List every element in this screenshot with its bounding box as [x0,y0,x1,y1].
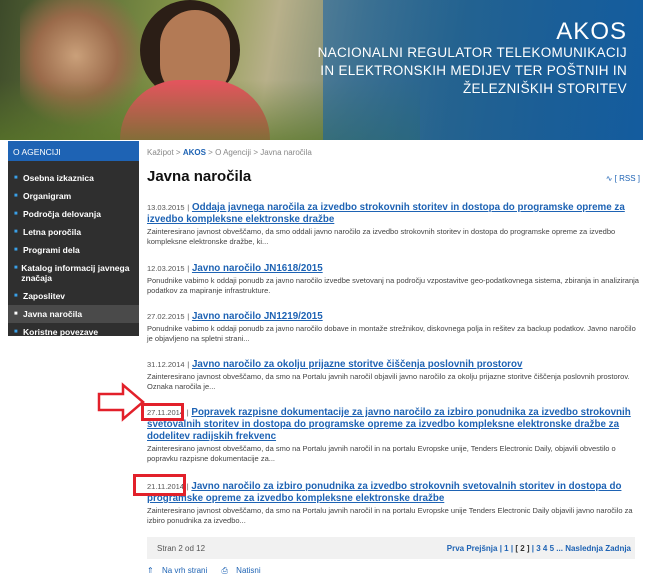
item-excerpt: Zainteresirano javnost obveščamo, da smo… [147,506,633,525]
item-date: 31.12.2014 [147,360,185,369]
bullet-icon: ■ [14,329,18,335]
list-item: 31.12.2014 | Javno naročilo za okolju pr… [147,359,642,392]
bullet-icon: ■ [14,247,18,253]
footer-links: ⇑ Na vrh strani ⎙ Natisni [147,566,273,576]
item-title-link[interactable]: Javno naročilo za izbiro ponudnika za iz… [147,481,621,504]
sidebar-item-podrocja-delovanja[interactable]: ■ Področja delovanja [8,205,139,223]
item-date: 12.03.2015 [147,264,185,273]
item-title-link[interactable]: Javno naročilo JN1219/2015 [192,311,323,322]
sidebar-item-organigram[interactable]: ■ Organigram [8,187,139,205]
sidebar-item-javna-narocila[interactable]: ■ Javna naročila [8,305,139,323]
bullet-icon: ■ [14,293,18,299]
sidebar-header[interactable]: O AGENCIJI [8,141,139,161]
sidebar-item-label: Katalog informacij javnega značaja [21,263,130,283]
header-banner: AKOS NACIONALNI REGULATOR TELEKOMUNIKACI… [0,0,643,140]
highlight-box [141,403,184,421]
sidebar-item-label: Koristne povezave [23,327,99,337]
sidebar-item-zaposlitev[interactable]: ■ Zaposlitev [8,287,139,305]
breadcrumb-root[interactable]: Kažipot [147,148,174,157]
pagination-links: Prva Prejšnja | 1 | [ 2 ] | 3 4 5 ... Na… [447,544,631,553]
sidebar-item-label: Osebna izkaznica [23,173,94,183]
back-to-top-link[interactable]: ⇑ Na vrh strani [147,566,213,575]
pagination-bar: Stran 2 od 12 Prva Prejšnja | 1 | [ 2 ] … [147,537,635,559]
brand-logo[interactable]: AKOS [556,18,627,46]
last-page-link[interactable]: Zadnja [605,544,631,553]
highlight-box [133,474,186,496]
arrow-up-icon: ⇑ [147,566,154,575]
sidebar-item-label: Programi dela [23,245,80,255]
sidebar-item-programi-dela[interactable]: ■ Programi dela [8,241,139,259]
item-excerpt: Zainteresirano javnost obveščamo, da smo… [147,372,630,391]
bullet-icon: ■ [14,211,18,217]
breadcrumb-current: Javna naročila [260,148,312,157]
next-page-link[interactable]: Naslednja [565,544,603,553]
sidebar-item-letna-porocila[interactable]: ■ Letna poročila [8,223,139,241]
page-links-before[interactable]: | 1 | [500,544,513,553]
sidebar-item-osebna-izkaznica[interactable]: ■ Osebna izkaznica [8,169,139,187]
page-links-after[interactable]: | 3 4 5 ... [532,544,563,553]
item-title-link[interactable]: Javno naročilo JN1618/2015 [192,263,323,274]
sidebar-item-koristne-povezave[interactable]: ■ Koristne povezave [8,323,139,341]
list-item: 27.02.2015 | Javno naročilo JN1219/2015 … [147,311,642,344]
breadcrumb: Kažipot > AKOS > O Agenciji > Javna naro… [147,148,312,157]
breadcrumb-akos[interactable]: AKOS [183,148,206,157]
sidebar-item-label: Javna naročila [23,309,83,319]
item-date: 13.03.2015 [147,203,185,212]
sidebar-item-label: Letna poročila [23,227,82,237]
breadcrumb-section[interactable]: O Agenciji [215,148,251,157]
sidebar-item-label: Zaposlitev [23,291,66,301]
item-excerpt: Ponudnike vabimo k oddaji ponudb za javn… [147,276,639,295]
rss-label: [ RSS ] [614,174,640,183]
prev-page-link[interactable]: Prejšnja [466,544,497,553]
bullet-icon: ■ [14,311,18,317]
list-item: 21.11.2014 | Javno naročilo za izbiro po… [147,481,642,526]
item-excerpt: Ponudnike vabimo k oddaji ponudb za javn… [147,324,636,343]
sidebar-item-label: Področja delovanja [23,209,101,219]
bullet-icon: ■ [14,175,18,181]
bullet-icon: ■ [14,229,18,235]
bullet-icon: ■ [14,193,18,199]
list-item: 12.03.2015 | Javno naročilo JN1618/2015 … [147,263,642,296]
sidebar-nav: O AGENCIJI ■ Osebna izkaznica ■ Organigram… [8,141,139,337]
item-date: 27.02.2015 [147,312,185,321]
rss-link[interactable]: ∿ [ RSS ] [606,174,640,183]
item-excerpt: Zainteresirano javnost obveščamo, da smo… [147,444,616,463]
main-content: Kažipot > AKOS > O Agenciji > Javna naro… [147,141,642,525]
first-page-link[interactable]: Prva [447,544,464,553]
print-icon: ⎙ [221,566,228,575]
print-link[interactable]: ⎙ Natisni [222,566,267,575]
item-title-link[interactable]: Popravek razpisne dokumentacije za javno… [147,407,631,442]
arrow-right-icon [97,382,145,422]
item-excerpt: Zainteresirano javnost obveščamo, da smo… [147,227,616,246]
sidebar-item-label: Organigram [23,191,72,201]
bullet-icon: ■ [14,265,18,271]
list-item: 13.03.2015 | Oddaja javnega naročila za … [147,202,642,247]
item-title-link[interactable]: Oddaja javnega naročila za izvedbo strok… [147,202,625,225]
brand-tagline: NACIONALNI REGULATOR TELEKOMUNIKACIJ IN … [317,45,627,96]
sidebar-item-katalog[interactable]: ■ Katalog informacij javnega značaja [8,259,139,287]
item-title-link[interactable]: Javno naročilo za okolju prijazne storit… [192,359,522,370]
page-title: Javna naročila [147,168,252,185]
pagination-status: Stran 2 od 12 [157,544,206,553]
list-item: 27.11.2014 | Popravek razpisne dokumenta… [147,407,642,464]
current-page: [ 2 ] [515,544,530,553]
rss-icon: ∿ [605,174,613,183]
